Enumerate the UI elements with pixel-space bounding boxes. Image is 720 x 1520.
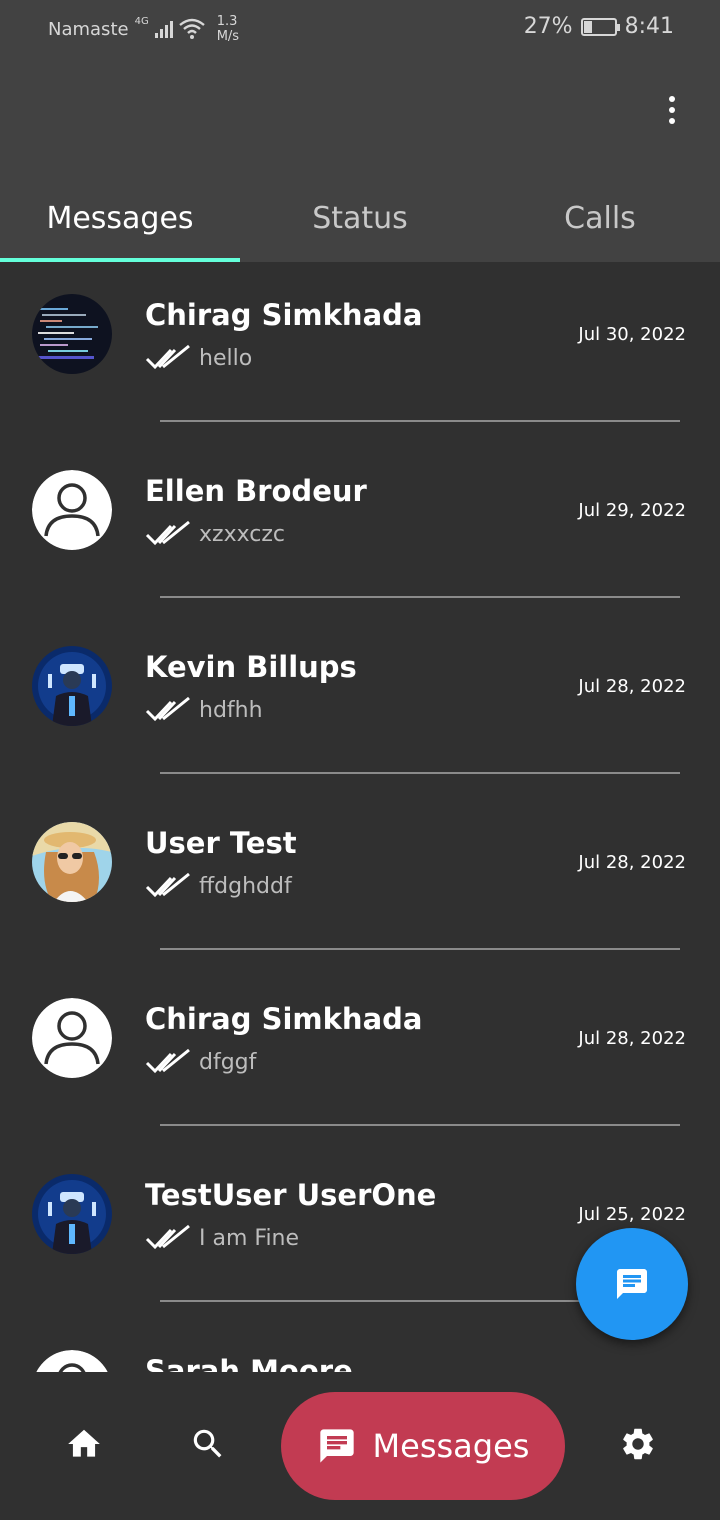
contact-name: Sarah Moore (145, 1354, 353, 1372)
avatar (32, 998, 112, 1078)
message-icon (319, 1429, 354, 1463)
last-message: I am Fine (145, 1224, 299, 1252)
status-bar: Namaste 4G 1.3 M/s 27% 8:41 (0, 0, 720, 56)
divider (160, 596, 680, 598)
avatar (32, 646, 112, 726)
avatar (32, 294, 112, 374)
message-date: Jul 30, 2022 (578, 324, 686, 345)
message-preview: hdfhh (199, 697, 263, 723)
status-left: Namaste 4G 1.3 M/s (48, 14, 239, 44)
search-icon[interactable] (188, 1424, 228, 1464)
carrier-name: Namaste (48, 18, 129, 40)
last-message: dfggf (145, 1048, 256, 1076)
contact-name: Chirag Simkhada (145, 298, 423, 332)
last-message: ffdghddf (145, 872, 292, 900)
divider (160, 1124, 680, 1126)
last-message: hdfhh (145, 696, 263, 724)
nav-active-label: Messages (372, 1427, 530, 1465)
bottom-nav: Messages (0, 1372, 720, 1520)
tab-bar: Messages Status Calls (0, 186, 720, 262)
message-date: Jul 29, 2022 (578, 500, 686, 521)
double-check-icon (145, 1224, 190, 1250)
network-type: 4G (134, 15, 149, 27)
conversation-row[interactable]: Ellen Brodeur xzxxczc Jul 29, 2022 (0, 438, 720, 614)
wifi-icon (178, 18, 205, 39)
conversation-row[interactable]: Chirag Simkhada hello Jul 30, 2022 (0, 262, 720, 438)
network-speed: 1.3 M/s (216, 14, 240, 44)
last-message: hello (145, 344, 252, 372)
divider (160, 948, 680, 950)
avatar (32, 1174, 112, 1254)
contact-name: Kevin Billups (145, 650, 357, 684)
double-check-icon (145, 520, 190, 546)
double-check-icon (145, 1048, 190, 1074)
divider (160, 772, 680, 774)
message-date: Jul 28, 2022 (578, 852, 686, 873)
app-bar: Messages Status Calls (0, 56, 720, 262)
home-icon[interactable] (64, 1424, 104, 1464)
last-message: xzxxczc (145, 520, 285, 548)
conversation-list: Chirag Simkhada hello Jul 30, 2022 Ellen… (0, 262, 720, 1372)
message-date: Jul 25, 2022 (578, 1204, 686, 1225)
clock: 8:41 (624, 14, 674, 39)
message-preview: dfggf (199, 1049, 257, 1075)
message-preview: ffdghddf (199, 873, 292, 899)
message-date: Jul 28, 2022 (578, 676, 686, 697)
contact-name: Ellen Brodeur (145, 474, 367, 508)
avatar (32, 822, 112, 902)
message-preview: hello (199, 345, 253, 371)
contact-name: TestUser UserOne (145, 1178, 437, 1212)
contact-name: User Test (145, 826, 297, 860)
conversation-row[interactable]: Chirag Simkhada dfggf Jul 28, 2022 (0, 966, 720, 1142)
new-chat-button[interactable] (576, 1228, 688, 1340)
message-preview: I am Fine (199, 1225, 300, 1251)
signal-icon (154, 20, 173, 38)
double-check-icon (145, 696, 190, 722)
battery-icon (580, 17, 620, 36)
status-right: 27% 8:41 (524, 14, 674, 39)
double-check-icon (145, 872, 190, 898)
nav-messages-button[interactable]: Messages (281, 1392, 565, 1500)
avatar (32, 1350, 112, 1372)
double-check-icon (145, 344, 190, 370)
conversation-row[interactable]: User Test ffdghddf Jul 28, 2022 (0, 790, 720, 966)
tab-messages[interactable]: Messages (0, 186, 240, 262)
message-preview: xzxxczc (199, 521, 285, 547)
chat-icon (617, 1269, 647, 1299)
avatar (32, 470, 112, 550)
contact-name: Chirag Simkhada (145, 1002, 423, 1036)
conversation-row[interactable]: Kevin Billups hdfhh Jul 28, 2022 (0, 614, 720, 790)
settings-icon[interactable] (618, 1424, 658, 1464)
tab-status[interactable]: Status (240, 186, 480, 262)
tab-calls[interactable]: Calls (480, 186, 720, 262)
battery-percent: 27% (523, 14, 573, 39)
message-date: Jul 28, 2022 (578, 1028, 686, 1049)
divider (160, 420, 680, 422)
more-options-icon[interactable] (660, 92, 684, 128)
